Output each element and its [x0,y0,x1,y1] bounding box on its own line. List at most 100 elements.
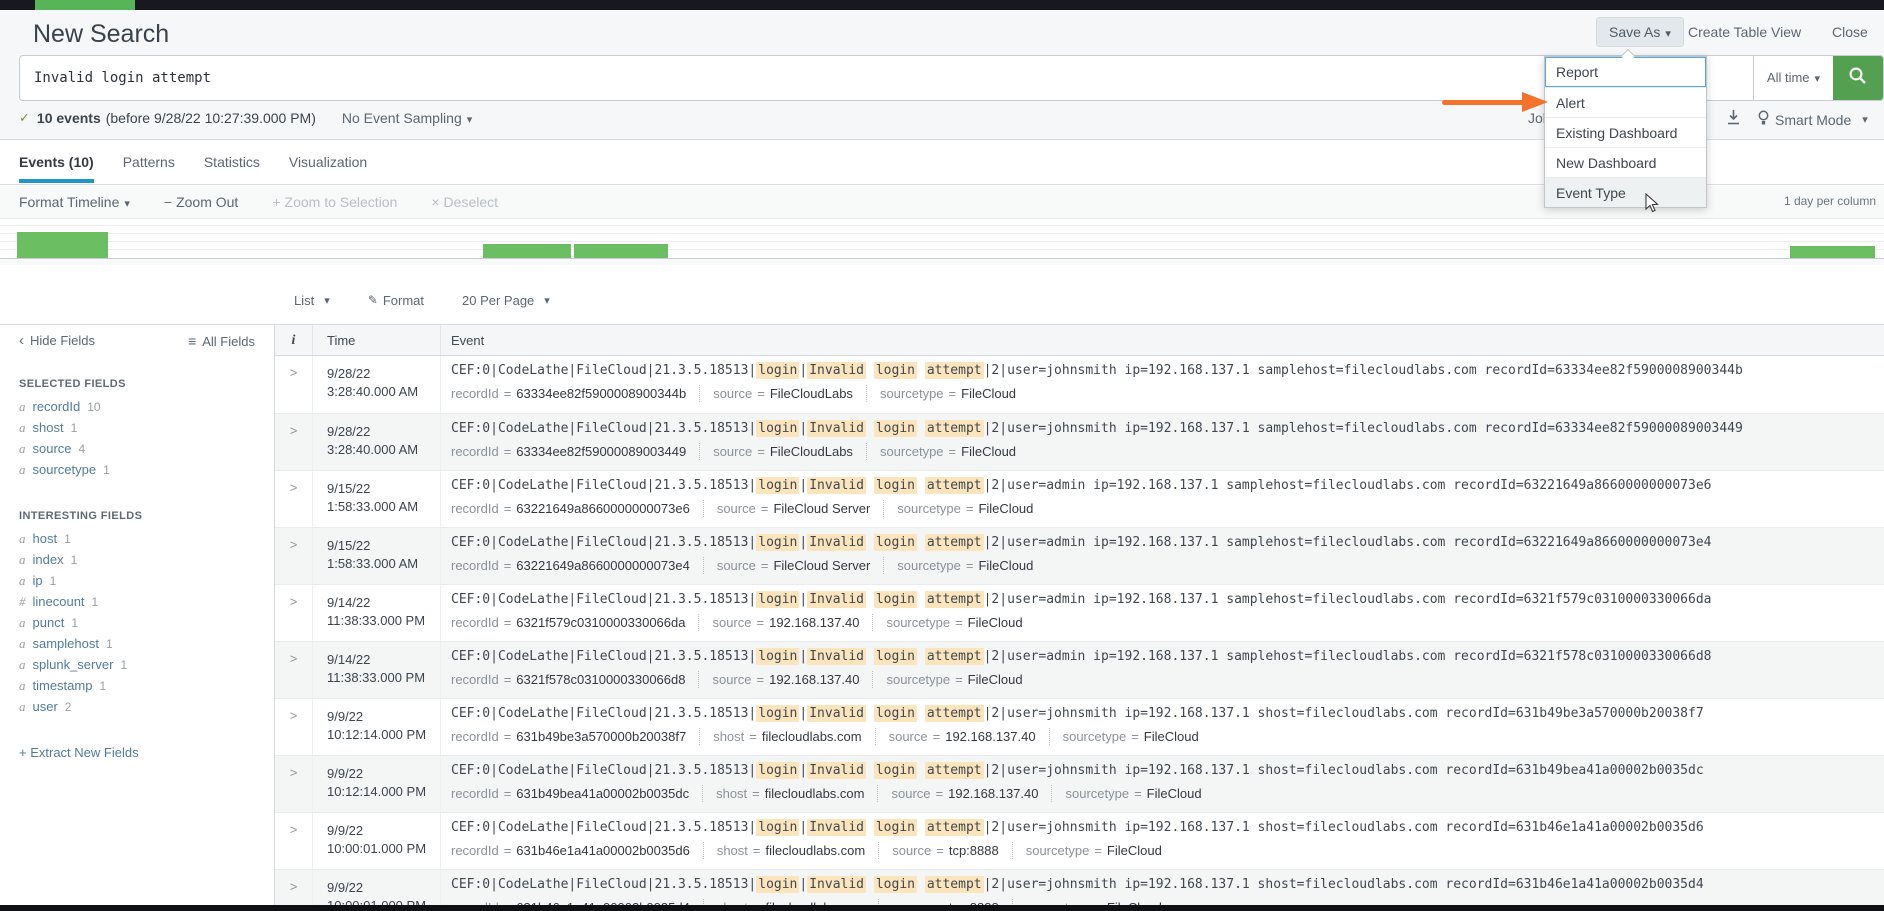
expand-event-icon[interactable]: > [275,813,313,869]
event-sampling-menu[interactable]: No Event Sampling [342,110,472,126]
field-name[interactable]: timestamp [33,678,93,693]
all-fields-button[interactable]: All Fields [188,333,255,349]
expand-event-icon[interactable]: > [275,528,313,584]
search-submit-button[interactable] [1833,56,1883,100]
menu-item-alert[interactable]: Alert [1545,87,1706,117]
per-page-menu[interactable]: 20 Per Page [462,293,550,308]
export-icon[interactable] [1726,109,1741,129]
tab-statistics[interactable]: Statistics [204,140,260,185]
expand-event-icon[interactable]: > [275,471,313,527]
field-key: sourcetype [880,444,944,459]
field-value[interactable]: filecloudlabs.com [766,843,866,858]
field-item-linecount[interactable]: #linecount1 [0,591,274,612]
field-value[interactable]: 631b49be3a570000b20038f7 [516,729,686,744]
field-value[interactable]: 63334ee82f59000089003449 [516,444,686,459]
field-name[interactable]: user [33,699,58,714]
field-name[interactable]: splunk_server [33,657,114,672]
field-value[interactable]: 631b49bea41a00002b0035dc [516,786,689,801]
field-name[interactable]: punct [33,615,65,630]
field-value[interactable]: 192.168.137.40 [769,615,859,630]
field-name[interactable]: sourcetype [33,462,97,477]
field-value[interactable]: FileCloud [968,615,1023,630]
field-value[interactable]: FileCloud Server [773,501,870,516]
field-value[interactable]: filecloudlabs.com [765,786,865,801]
field-value[interactable]: FileCloud [1147,786,1202,801]
field-value[interactable]: 6321f579c0310000330066da [516,615,685,630]
field-item-source[interactable]: asource4 [0,438,274,459]
field-value[interactable]: FileCloud [968,672,1023,687]
field-name[interactable]: shost [33,420,64,435]
field-value[interactable]: FileCloud [961,386,1016,401]
hide-fields-button[interactable]: Hide Fields [19,332,95,349]
timeline-bar-1[interactable] [17,232,108,258]
expand-event-icon[interactable]: > [275,414,313,470]
field-name[interactable]: recordId [33,399,81,414]
menu-item-new-dashboard[interactable]: New Dashboard [1545,147,1706,177]
field-name[interactable]: index [33,552,64,567]
field-name[interactable]: ip [33,573,43,588]
format-menu[interactable]: ✎Format [368,293,424,308]
create-table-view-button[interactable]: Create Table View [1688,24,1801,40]
timeline-bar-4[interactable] [1790,246,1875,258]
search-term-highlight: login [874,819,917,836]
field-value[interactable]: FileCloud [978,501,1033,516]
zoom-out-button[interactable]: −Zoom Out [164,194,238,210]
field-value[interactable]: 63221649a8660000000073e6 [516,501,690,516]
field-value[interactable]: 6321f578c0310000330066d8 [516,672,685,687]
extract-new-fields-link[interactable]: Extract New Fields [19,745,274,760]
timeline-bar-3[interactable] [574,244,668,258]
close-button[interactable]: Close [1832,24,1868,40]
tab-events-10-[interactable]: Events (10) [19,140,94,185]
expand-event-icon[interactable]: > [275,642,313,698]
search-term-highlight: login [756,762,799,779]
field-value[interactable]: 631b46e1a41a00002b0035d6 [516,843,690,858]
field-value[interactable]: FileCloud Server [773,558,870,573]
field-name[interactable]: source [33,441,72,456]
field-value[interactable]: FileCloud [961,444,1016,459]
field-item-timestamp[interactable]: atimestamp1 [0,675,274,696]
time-range-picker[interactable]: All time [1753,56,1833,100]
field-value[interactable]: filecloudlabs.com [762,729,862,744]
field-value[interactable]: 192.168.137.40 [769,672,859,687]
field-item-index[interactable]: aindex1 [0,549,274,570]
field-value[interactable]: FileCloud [978,558,1033,573]
field-item-user[interactable]: auser2 [0,696,274,717]
field-item-samplehost[interactable]: asamplehost1 [0,633,274,654]
field-value[interactable]: FileCloudLabs [770,444,853,459]
field-value[interactable]: 192.168.137.40 [948,786,1038,801]
timeline-bar-2[interactable] [483,244,571,258]
field-item-shost[interactable]: ashost1 [0,417,274,438]
tab-patterns[interactable]: Patterns [123,140,175,185]
timeline-chart[interactable] [0,218,1884,259]
field-value[interactable]: 192.168.137.40 [945,729,1035,744]
field-value[interactable]: tcp:8888 [949,843,999,858]
expand-event-icon[interactable]: > [275,870,313,905]
menu-item-event-type[interactable]: Event Type [1545,177,1706,207]
field-name[interactable]: linecount [33,594,85,609]
field-item-splunk-server[interactable]: asplunk_server1 [0,654,274,675]
field-item-recordid[interactable]: arecordId10 [0,396,274,417]
expand-event-icon[interactable]: > [275,756,313,812]
save-as-button[interactable]: Save As [1596,17,1684,47]
field-name[interactable]: host [33,531,58,546]
field-item-host[interactable]: ahost1 [0,528,274,549]
expand-event-icon[interactable]: > [275,585,313,641]
list-view-menu[interactable]: List [294,293,330,308]
field-value[interactable]: 63221649a8660000000073e4 [516,558,690,573]
deselect-button[interactable]: ×Deselect [431,194,498,210]
field-item-sourcetype[interactable]: asourcetype1 [0,459,274,480]
menu-item-existing-dashboard[interactable]: Existing Dashboard [1545,117,1706,147]
field-item-punct[interactable]: apunct1 [0,612,274,633]
field-value[interactable]: FileCloud [1144,729,1199,744]
expand-event-icon[interactable]: > [275,356,313,413]
field-value[interactable]: 63334ee82f5900008900344b [516,386,686,401]
tab-visualization[interactable]: Visualization [289,140,367,185]
field-value[interactable]: FileCloudLabs [770,386,853,401]
field-name[interactable]: samplehost [33,636,99,651]
field-value[interactable]: FileCloud [1107,843,1162,858]
format-timeline-menu[interactable]: Format Timeline [19,194,130,210]
zoom-to-selection-button[interactable]: +Zoom to Selection [272,194,397,210]
expand-event-icon[interactable]: > [275,699,313,755]
search-mode-selector[interactable]: Smart Mode [1758,110,1868,129]
field-item-ip[interactable]: aip1 [0,570,274,591]
